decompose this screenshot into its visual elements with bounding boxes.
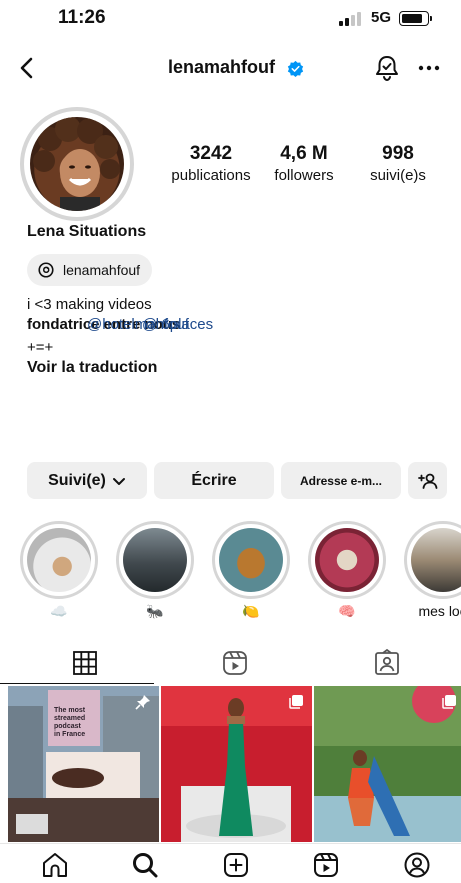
posts-grid: The most streamed podcast in France — [0, 686, 461, 842]
home-icon — [43, 853, 67, 877]
bio-overlap-line: fondatrice entre nous @hotelmahfouf @ 6p… — [27, 316, 247, 338]
bio-mention-places[interactable]: @ 6places — [142, 316, 213, 333]
battery-icon — [399, 11, 429, 26]
chevron-down-icon — [112, 477, 125, 485]
email-button[interactable]: Adresse e-m... — [281, 462, 401, 499]
active-tab-indicator — [0, 682, 154, 684]
highlight-item[interactable]: mes loo — [404, 521, 461, 621]
highlight-cover — [27, 528, 91, 592]
svg-text:in France: in France — [54, 731, 85, 738]
threads-link[interactable]: lenamahfouf — [27, 254, 153, 286]
status-time: 11:26 — [58, 7, 106, 28]
profile-username: lenamahfouf — [168, 57, 276, 77]
followers-count-label: followers — [274, 167, 334, 184]
bell-check-icon — [376, 56, 398, 82]
highlight-cover — [315, 528, 379, 592]
email-button-label: Adresse e-m... — [299, 473, 383, 488]
tagged-icon — [375, 648, 399, 675]
back-button[interactable] — [14, 54, 42, 82]
nav-profile[interactable] — [402, 850, 432, 880]
avatar-image — [30, 117, 124, 211]
carousel-icon — [442, 695, 456, 709]
highlight-label: 🍋 — [242, 603, 260, 619]
post-thumbnail[interactable] — [314, 686, 461, 842]
svg-text:podcast: podcast — [54, 723, 82, 730]
highlight-item[interactable]: ☁️ — [20, 521, 98, 621]
nav-home[interactable] — [40, 850, 70, 880]
post-thumbnail[interactable] — [161, 686, 312, 842]
tab-posts[interactable] — [70, 648, 100, 678]
carousel-icon — [289, 695, 303, 709]
notifications-button[interactable] — [374, 54, 400, 82]
following-count-label: suivi(e)s — [370, 167, 426, 184]
highlight-cover — [411, 528, 461, 592]
add-user-button[interactable] — [408, 462, 447, 499]
reels-icon — [314, 853, 338, 877]
message-button[interactable]: Écrire — [154, 462, 274, 499]
more-horizontal-icon — [418, 65, 440, 71]
following-button-label: Suivi(e) — [48, 471, 106, 489]
more-options-button[interactable] — [416, 58, 442, 78]
nav-search[interactable] — [130, 850, 160, 880]
tab-reels[interactable] — [220, 648, 250, 678]
network-label: 5G — [371, 9, 392, 26]
post-thumbnail[interactable]: The most streamed podcast in France — [8, 686, 159, 842]
reels-icon — [223, 651, 247, 675]
bottom-navigation — [0, 843, 461, 883]
highlight-item[interactable]: 🍋 — [212, 521, 290, 621]
display-name: Lena Situations — [27, 223, 147, 240]
profile-header: lenamahfouf — [0, 48, 461, 88]
profile-actions: Suivi(e) Écrire Adresse e-m... — [27, 462, 447, 499]
chevron-left-icon — [20, 57, 33, 79]
avatar[interactable] — [20, 107, 134, 221]
posts-count[interactable]: 3242 publications — [161, 143, 261, 184]
add-user-icon — [417, 473, 437, 489]
svg-text:The most: The most — [54, 707, 86, 714]
plus-square-icon — [224, 853, 248, 877]
highlight-label: 🐜 — [146, 603, 164, 619]
svg-text:streamed: streamed — [54, 715, 85, 722]
profile-icon — [404, 852, 430, 878]
highlight-cover — [219, 528, 283, 592]
translate-link[interactable]: Voir la traduction — [27, 359, 157, 377]
profile-tabs — [0, 644, 461, 684]
message-button-label: Écrire — [191, 471, 237, 489]
bio-line-1: i <3 making videos — [27, 296, 152, 313]
followers-count[interactable]: 4,6 M followers — [254, 143, 354, 184]
pin-icon — [135, 695, 150, 710]
highlight-label: 🧠 — [338, 603, 356, 619]
posts-count-label: publications — [171, 167, 251, 184]
highlight-item[interactable]: 🐜 — [116, 521, 194, 621]
following-count[interactable]: 998 suivi(e)s — [348, 143, 448, 184]
highlight-label: ☁️ — [50, 603, 68, 619]
verified-badge-icon — [287, 60, 304, 77]
search-icon — [133, 853, 158, 878]
grid-icon — [73, 651, 97, 675]
bio-line-3: +=+ — [27, 339, 54, 356]
following-count-value: 998 — [382, 143, 414, 164]
post-image — [314, 686, 461, 842]
tab-tagged[interactable] — [372, 648, 402, 678]
following-button[interactable]: Suivi(e) — [27, 462, 147, 499]
threads-icon — [38, 262, 54, 278]
nav-reels[interactable] — [311, 850, 341, 880]
threads-handle: lenamahfouf — [63, 262, 141, 278]
highlight-label: mes loo — [418, 603, 461, 619]
followers-count-value: 4,6 M — [280, 143, 328, 164]
status-bar: 11:26 5G — [0, 0, 461, 40]
highlight-cover — [123, 528, 187, 592]
highlight-item[interactable]: 🧠 — [308, 521, 386, 621]
nav-create[interactable] — [221, 850, 251, 880]
posts-count-value: 3242 — [189, 143, 233, 164]
signal-icon — [339, 12, 363, 26]
